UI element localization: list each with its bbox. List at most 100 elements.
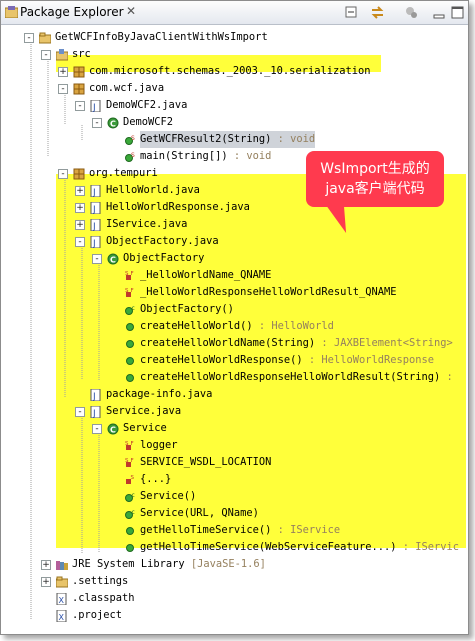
tree-item-label: org.tempuri <box>89 165 158 182</box>
source-folder-icon <box>56 49 68 61</box>
tree-item-label: createHelloWorldName(String) : JAXBEleme… <box>140 335 453 352</box>
collapse-toggle-icon[interactable]: - <box>92 254 102 264</box>
tree-item[interactable]: - GetWCFInfoByJavaClientWithWsImport <box>1 29 468 46</box>
tree-item-label: DemoWCF2 <box>123 114 173 131</box>
collapse-toggle-icon[interactable]: - <box>58 169 68 179</box>
tree-item[interactable]: - C DemoWCF2 <box>1 114 468 131</box>
static-method-icon: S <box>125 152 135 162</box>
collapse-toggle-icon[interactable]: - <box>24 33 34 43</box>
tree-item[interactable]: S GetWCFResult2(String) : void <box>1 131 468 148</box>
expand-toggle-icon[interactable]: + <box>41 560 51 570</box>
tree-item-name: Service <box>123 422 167 434</box>
tree-item[interactable]: X .project <box>1 607 468 624</box>
svg-text:S: S <box>125 441 129 447</box>
link-with-editor-icon[interactable] <box>369 4 386 21</box>
svg-text:J: J <box>92 103 96 112</box>
tree-item[interactable]: S {...} <box>1 471 468 488</box>
static-initializer-icon: S <box>126 475 135 484</box>
tree-item-label: .settings <box>72 573 128 590</box>
tree-item[interactable]: - J DemoWCF2.java <box>1 97 468 114</box>
package-explorer-view: Package Explorer ✕ - GetWCFInfoByJavaCli… <box>0 0 469 635</box>
class-icon: C <box>107 253 119 265</box>
tree-item-name: ObjectFactory <box>123 252 205 264</box>
expand-toggle-icon[interactable]: + <box>41 577 51 587</box>
tree-item-label: getHelloTimeService(WebServiceFeature...… <box>140 539 459 556</box>
tree-item-label: ObjectFactory <box>123 250 204 267</box>
tree-item[interactable]: - J ObjectFactory.java <box>1 233 468 250</box>
tree-item[interactable]: + .settings <box>1 573 468 590</box>
collapse-all-icon[interactable] <box>343 4 360 21</box>
svg-text:c: c <box>132 305 135 312</box>
collapse-toggle-icon[interactable]: - <box>75 407 85 417</box>
tree-item-name: ObjectFactory() <box>140 303 234 315</box>
tree-item[interactable]: S F _HelloWorldName_QNAME <box>1 267 468 284</box>
expand-toggle-icon[interactable]: + <box>75 203 85 213</box>
tree-item-type: : void <box>227 150 272 162</box>
svg-text:J: J <box>92 409 96 418</box>
expand-toggle-icon[interactable]: + <box>75 186 85 196</box>
tree-item[interactable]: createHelloWorld() : HelloWorld <box>1 318 468 335</box>
collapse-toggle-icon[interactable]: - <box>41 50 51 60</box>
tree-item-type: [JavaSE-1.6] <box>184 558 266 570</box>
tree-item-label: {...} <box>140 471 171 488</box>
method-icon <box>126 527 134 535</box>
tree-item[interactable]: - C ObjectFactory <box>1 250 468 267</box>
collapse-toggle-icon[interactable]: - <box>92 424 102 434</box>
collapse-toggle-icon[interactable]: - <box>75 101 85 111</box>
tree-item-name: GetWCFResult2(String) <box>140 133 272 145</box>
tree-item[interactable]: Jpackage-info.java <box>1 386 468 403</box>
tree-item-name: createHelloWorldResponseHelloWorldResult… <box>140 371 441 383</box>
svg-text:J: J <box>92 392 96 401</box>
xml-file-icon: X <box>56 610 67 622</box>
method-icon <box>126 340 134 348</box>
tree-item-name: src <box>72 48 91 60</box>
tree-item-label: DemoWCF2.java <box>106 97 187 114</box>
method-icon <box>126 374 134 382</box>
minimize-icon[interactable] <box>431 4 448 21</box>
tree-item[interactable]: createHelloWorldResponseHelloWorldResult… <box>1 369 468 386</box>
view-title-bar: Package Explorer ✕ <box>1 1 468 25</box>
tree-item-name: createHelloWorldResponse() <box>140 354 303 366</box>
tree-item[interactable]: createHelloWorldName(String) : JAXBEleme… <box>1 335 468 352</box>
package-tree[interactable]: - GetWCFInfoByJavaClientWithWsImport - src +… <box>1 25 468 634</box>
tree-item[interactable]: - C Service <box>1 420 468 437</box>
tree-item[interactable]: S F SERVICE_WSDL_LOCATION <box>1 454 468 471</box>
java-file-icon: J <box>90 219 101 231</box>
tree-item[interactable]: + JRE System Library [JavaSE-1.6] <box>1 556 468 573</box>
expand-toggle-icon[interactable]: + <box>58 67 68 77</box>
collapse-toggle-icon[interactable]: - <box>58 84 68 94</box>
tree-item[interactable]: c Service(URL, QName) <box>1 505 468 522</box>
tree-item-label: HelloWorldResponse.java <box>106 199 250 216</box>
tree-item[interactable]: S Flogger <box>1 437 468 454</box>
tree-item[interactable]: createHelloWorldResponse() : HelloWorldR… <box>1 352 468 369</box>
tree-item[interactable]: S F _HelloWorldResponseHelloWorldResult_QN… <box>1 284 468 301</box>
tree-item[interactable]: + com.microsoft.schemas._2003._10.seriali… <box>1 63 468 80</box>
tree-item[interactable]: c Service() <box>1 488 468 505</box>
method-icon <box>126 357 134 365</box>
tree-item[interactable]: getHelloTimeService() : IService <box>1 522 468 539</box>
view-menu-icon[interactable] <box>403 4 420 21</box>
tree-item[interactable]: - J Service.java <box>1 403 468 420</box>
close-icon[interactable]: ✕ <box>126 4 136 18</box>
tree-item-label: HelloWorld.java <box>106 182 200 199</box>
svg-text:c: c <box>132 492 135 499</box>
svg-text:C: C <box>110 426 116 435</box>
package-icon <box>73 168 85 180</box>
tree-item-type: : void <box>271 133 316 145</box>
tree-item[interactable]: - src <box>1 46 468 63</box>
java-file-icon: J <box>90 202 101 214</box>
tree-item-label: main(String[]) : void <box>140 148 271 165</box>
maximize-icon[interactable] <box>449 4 466 21</box>
expand-toggle-icon[interactable]: + <box>75 220 85 230</box>
tree-item[interactable]: c ObjectFactory() <box>1 301 468 318</box>
method-icon <box>126 544 134 552</box>
collapse-toggle-icon[interactable]: - <box>92 118 102 128</box>
tree-item-label: src <box>72 46 91 63</box>
tree-item[interactable]: getHelloTimeService(WebServiceFeature...… <box>1 539 468 556</box>
tree-item-name: {...} <box>140 473 172 485</box>
tree-item[interactable]: - com.wcf.java <box>1 80 468 97</box>
tree-item[interactable]: X .classpath <box>1 590 468 607</box>
collapse-toggle-icon[interactable]: - <box>75 237 85 247</box>
xml-file-icon: X <box>56 593 67 605</box>
tree-item[interactable]: + J IService.java <box>1 216 468 233</box>
